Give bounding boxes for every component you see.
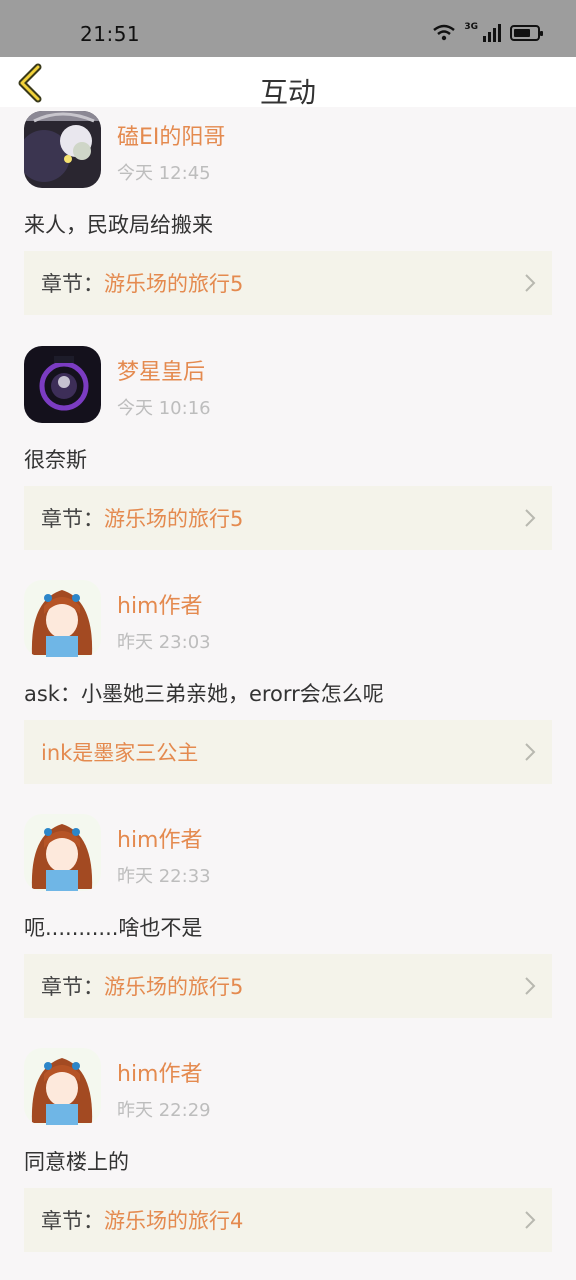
comment-text: 来人，民政局给搬来 [24, 213, 213, 237]
interaction-feed: 磕EI的阳哥 今天 12:45 来人，民政局给搬来 章节： 游乐场的旅行5 梦星… [0, 107, 576, 1280]
comment-text: 同意楼上的 [24, 1150, 129, 1174]
status-icons: 3G [432, 22, 543, 42]
chapter-link-card[interactable]: 章节： 游乐场的旅行5 [24, 486, 552, 550]
network-type-label: 3G [464, 22, 478, 32]
username[interactable]: 梦星皇后 [117, 354, 205, 386]
username[interactable]: 磕EI的阳哥 [117, 119, 225, 151]
nav-bar: 互动 [0, 57, 576, 109]
signal-icon [483, 24, 501, 42]
battery-icon [510, 25, 543, 41]
list-item: him作者 昨天 22:29 同意楼上的 章节： 游乐场的旅行4 [0, 1043, 576, 1277]
status-bar: 21:51 3G [0, 0, 576, 57]
chapter-prefix: 章节： [41, 272, 104, 296]
chapter-link-card[interactable]: ink是墨家三公主 [24, 720, 552, 784]
chapter-title: ink是墨家三公主 [41, 741, 199, 765]
chevron-right-icon [525, 743, 536, 761]
timestamp: 今天 10:16 [117, 398, 211, 419]
chapter-title: 游乐场的旅行5 [104, 272, 244, 296]
avatar[interactable] [24, 1048, 101, 1125]
comment-text: 很奈斯 [24, 448, 87, 472]
wifi-icon [433, 24, 456, 41]
avatar[interactable] [24, 814, 101, 891]
page-title: 互动 [259, 76, 316, 109]
comment-text: ask：小墨她三弟亲她，erorr会怎么呢 [24, 682, 384, 706]
avatar[interactable] [24, 111, 101, 188]
chapter-title: 游乐场的旅行5 [104, 975, 244, 999]
avatar[interactable] [24, 346, 101, 423]
chapter-prefix: 章节： [41, 507, 104, 531]
timestamp: 昨天 22:29 [117, 1100, 211, 1121]
comment-text: 呃...........啥也不是 [24, 916, 203, 940]
chevron-right-icon [525, 977, 536, 995]
username[interactable]: him作者 [117, 588, 203, 620]
list-item: him作者 昨天 22:33 呃...........啥也不是 章节： 游乐场的… [0, 809, 576, 1043]
timestamp: 今天 12:45 [117, 163, 211, 184]
timestamp: 昨天 23:03 [117, 632, 211, 653]
chapter-link-card[interactable]: 章节： 游乐场的旅行5 [24, 954, 552, 1018]
username[interactable]: him作者 [117, 822, 203, 854]
avatar[interactable] [24, 580, 101, 657]
chapter-prefix: 章节： [41, 975, 104, 999]
chapter-link-card[interactable]: 章节： 游乐场的旅行5 [24, 251, 552, 315]
chapter-title: 游乐场的旅行5 [104, 507, 244, 531]
chapter-title: 游乐场的旅行4 [104, 1209, 244, 1233]
chevron-right-icon [525, 274, 536, 292]
chapter-link-card[interactable]: 章节： 游乐场的旅行4 [24, 1188, 552, 1252]
timestamp: 昨天 22:33 [117, 866, 211, 887]
status-time: 21:51 [80, 22, 141, 46]
list-item: 磕EI的阳哥 今天 12:45 来人，民政局给搬来 章节： 游乐场的旅行5 [0, 107, 576, 341]
list-item: him作者 昨天 23:03 ask：小墨她三弟亲她，erorr会怎么呢 ink… [0, 575, 576, 809]
list-item: 梦星皇后 今天 10:16 很奈斯 章节： 游乐场的旅行5 [0, 341, 576, 575]
chevron-right-icon [525, 509, 536, 527]
username[interactable]: him作者 [117, 1056, 203, 1088]
chapter-prefix: 章节： [41, 1209, 104, 1233]
chevron-right-icon [525, 1211, 536, 1229]
